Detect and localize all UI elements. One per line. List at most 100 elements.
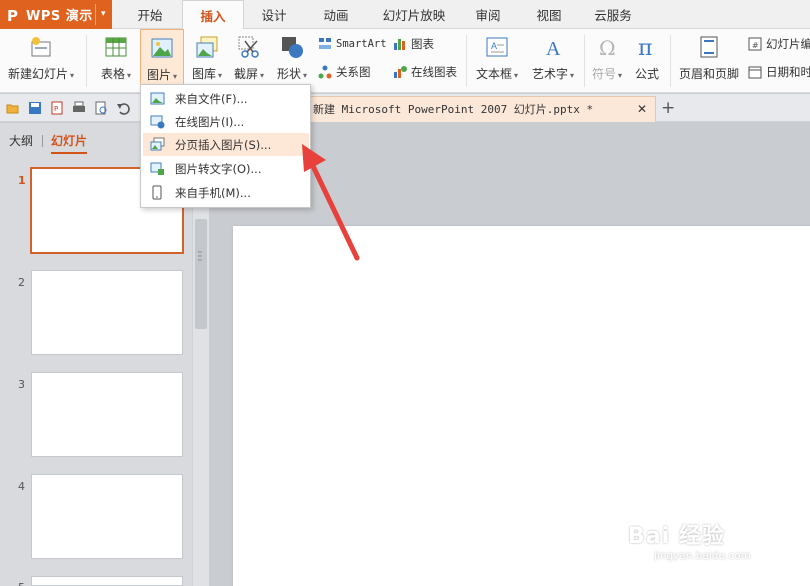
menu-item-paged-insert[interactable]: 分页插入图片(S)... xyxy=(143,133,309,156)
chart-button[interactable]: 图表 xyxy=(393,35,434,53)
online-chart-button[interactable]: 在线图表 xyxy=(393,63,457,81)
formula-label: 公式 xyxy=(634,67,659,81)
picture-label: 图片 xyxy=(146,68,171,82)
scroll-grip-icon: ━ ━ ━ xyxy=(198,249,202,264)
slide-number: 4 xyxy=(18,480,25,493)
smartart-button[interactable]: SmartArt xyxy=(318,35,387,53)
tab-animation[interactable]: 动画 xyxy=(314,0,358,29)
red-arrow-annotation xyxy=(302,144,360,261)
picture-dropdown-menu: 来自文件(F)... 在线图片(I)... 分页插入图片(S)... 图片转文字… xyxy=(140,84,311,208)
app-menu-button[interactable]: P WPS 演示 ▾ xyxy=(0,0,112,29)
chart-label: 图表 xyxy=(411,37,434,51)
close-icon[interactable]: ✕ xyxy=(637,97,647,122)
ribbon-divider xyxy=(670,35,671,87)
menu-item-online-picture[interactable]: 在线图片(I)... xyxy=(143,110,309,133)
gallery-label: 图库 xyxy=(191,67,216,81)
slide-thumbnail-3[interactable] xyxy=(31,372,183,457)
chevron-down-icon: ▾ xyxy=(260,71,265,80)
menu-item-label: 来自手机(M)... xyxy=(175,185,251,200)
menu-item-from-file[interactable]: 来自文件(F)... xyxy=(143,87,309,110)
ribbon-divider xyxy=(466,35,467,87)
app-menu-divider xyxy=(95,4,96,25)
shapes-button[interactable]: 形状 ▾ xyxy=(272,29,312,91)
slide-number: 1 xyxy=(18,174,26,187)
ribbon-tab-bar: P WPS 演示 ▾ 开始 插入 设计 动画 幻灯片放映 审阅 视图 云服务 xyxy=(0,0,810,30)
calendar-icon xyxy=(748,66,762,79)
smartart-label: SmartArt xyxy=(336,38,387,50)
bar-chart-icon xyxy=(394,39,405,50)
document-tab[interactable]: 新建 Microsoft PowerPoint 2007 幻灯片.pptx * … xyxy=(298,96,656,122)
tab-design[interactable]: 设计 xyxy=(254,0,294,29)
screenshot-label: 截屏 xyxy=(233,67,258,81)
table-icon xyxy=(105,37,127,57)
app-dropdown-icon[interactable]: ▾ xyxy=(101,9,106,19)
save-icon[interactable] xyxy=(28,101,42,115)
picture-button[interactable]: 图片 ▾ xyxy=(140,29,184,91)
print-preview-icon[interactable] xyxy=(94,101,108,115)
slide-number: 5 xyxy=(18,581,25,586)
relation-button[interactable]: 关系图 xyxy=(318,63,371,81)
open-folder-icon[interactable] xyxy=(6,101,20,115)
undo-icon[interactable] xyxy=(116,101,130,115)
export-pdf-icon[interactable]: P xyxy=(50,101,64,115)
new-slide-label: 新建幻灯片 xyxy=(7,67,68,81)
textbox-icon: A xyxy=(486,37,508,57)
chevron-down-icon: ▾ xyxy=(218,71,223,80)
new-slide-icon xyxy=(31,37,51,57)
slide-thumbnail-5[interactable] xyxy=(31,576,183,586)
scrollbar-thumb[interactable] xyxy=(195,219,207,329)
tab-home[interactable]: 开始 xyxy=(128,0,172,29)
watermark-url: jingyan.baidu.com xyxy=(654,550,751,562)
tab-view[interactable]: 视图 xyxy=(527,0,571,29)
new-slide-button[interactable]: 新建幻灯片 ▾ xyxy=(4,29,78,91)
slide-number: 3 xyxy=(18,378,25,391)
shapes-label: 形状 xyxy=(276,67,301,81)
header-footer-icon xyxy=(700,36,718,58)
menu-item-label: 分页插入图片(S)... xyxy=(175,137,272,152)
new-tab-button[interactable]: + xyxy=(661,98,675,118)
print-icon[interactable] xyxy=(72,101,86,115)
svg-text:Ω: Ω xyxy=(599,36,616,59)
smartart-icon xyxy=(319,38,331,49)
svg-text:A: A xyxy=(491,41,497,51)
slide-number-icon: # xyxy=(748,37,762,51)
relation-icon xyxy=(318,65,332,79)
paged-insert-icon xyxy=(150,137,165,151)
formula-button[interactable]: π 公式 xyxy=(628,29,666,91)
textbox-label: 文本框 xyxy=(475,67,512,81)
chevron-down-icon: ▾ xyxy=(173,72,178,81)
chevron-down-icon: ▾ xyxy=(570,71,575,80)
image-file-icon xyxy=(150,92,165,105)
chevron-down-icon: ▾ xyxy=(127,71,132,80)
gallery-button[interactable]: 图库 ▾ xyxy=(186,29,228,91)
relation-label: 关系图 xyxy=(336,65,371,79)
slide-thumbnail-2[interactable] xyxy=(31,270,183,355)
tab-outline[interactable]: 大纲 xyxy=(9,132,33,149)
chevron-down-icon: ▾ xyxy=(618,71,623,80)
menu-item-from-phone[interactable]: 来自手机(M)... xyxy=(143,181,309,204)
svg-text:#: # xyxy=(752,41,759,50)
table-button[interactable]: 表格 ▾ xyxy=(96,29,136,91)
tab-review[interactable]: 审阅 xyxy=(466,0,510,29)
tab-slideshow[interactable]: 幻灯片放映 xyxy=(374,0,454,29)
symbol-button[interactable]: Ω 符号 ▾ xyxy=(587,29,627,91)
wordart-button[interactable]: A 艺术字 ▾ xyxy=(527,29,579,91)
menu-item-picture-to-text[interactable]: 图片转文字(O)... xyxy=(143,157,309,180)
textbox-button[interactable]: A 文本框 ▾ xyxy=(471,29,523,91)
slide-thumbnail-4[interactable] xyxy=(31,474,183,559)
screenshot-button[interactable]: 截屏 ▾ xyxy=(229,29,269,91)
slide-number-button[interactable]: # 幻灯片编 xyxy=(748,35,810,53)
datetime-button[interactable]: 日期和时 xyxy=(748,63,810,81)
omega-icon: Ω xyxy=(599,36,616,59)
online-chart-icon xyxy=(394,66,407,78)
tab-insert[interactable]: 插入 xyxy=(182,0,244,30)
header-footer-label: 页眉和页脚 xyxy=(678,67,739,81)
tab-slides[interactable]: 幻灯片 xyxy=(51,132,88,154)
header-footer-button[interactable]: 页眉和页脚 xyxy=(674,29,744,91)
menu-item-label: 在线图片(I)... xyxy=(175,114,245,129)
online-chart-label: 在线图表 xyxy=(411,65,457,79)
pi-icon: π xyxy=(638,36,652,59)
chevron-down-icon: ▾ xyxy=(70,71,75,80)
picture-icon xyxy=(151,38,173,58)
tab-cloud[interactable]: 云服务 xyxy=(588,0,638,29)
